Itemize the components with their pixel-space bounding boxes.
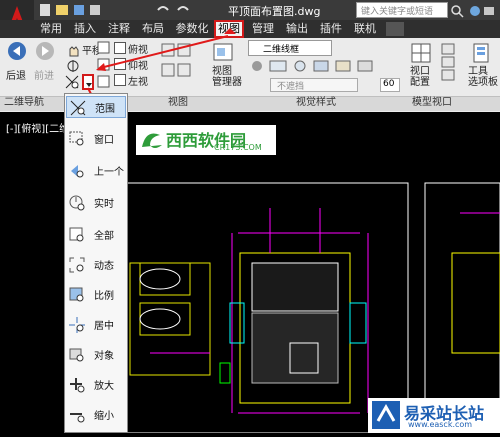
zoom-scale-icon (69, 287, 84, 302)
zoom-out-icon (70, 413, 85, 423)
menu-item-label: 实时 (94, 199, 114, 210)
zoom-window-icon (69, 131, 84, 146)
menu-item-label: 全部 (94, 231, 114, 242)
menu-item-label: 窗口 (94, 135, 114, 146)
menu-item-zoom-in[interactable]: 放大 (66, 374, 126, 396)
menu-item-label: 放大 (94, 381, 114, 392)
site-logo: 西西软件园 CR173.COM (136, 125, 276, 155)
zoom-previous-icon (71, 165, 84, 178)
zoom-object-icon (69, 348, 84, 362)
menu-item-all[interactable]: 全部 (66, 224, 126, 246)
zoom-dynamic-icon (69, 257, 85, 273)
menu-item-object[interactable]: 对象 (66, 344, 126, 366)
zoom-in-icon (70, 378, 85, 393)
menu-item-extents[interactable]: 范围 (66, 96, 126, 118)
menu-item-previous[interactable]: 上一个 (66, 160, 126, 182)
menu-item-label: 缩小 (94, 411, 114, 422)
menu-item-dynamic[interactable]: 动态 (66, 254, 126, 276)
watermark-logo-icon (372, 401, 400, 429)
zoom-all-icon (69, 227, 84, 242)
menu-item-window[interactable]: 窗口 (66, 128, 126, 150)
watermark-subtext: www.easck.com (408, 420, 473, 429)
zoom-center-icon (69, 317, 85, 333)
menu-item-label: 居中 (94, 321, 114, 332)
menu-item-label: 动态 (94, 261, 114, 272)
menu-item-center[interactable]: 居中 (66, 314, 126, 336)
zoom-realtime-icon (69, 195, 85, 211)
site-logo-subtext: CR173.COM (214, 143, 262, 152)
menu-item-label: 对象 (94, 351, 114, 362)
watermark: 易采站长站 www.easck.com (368, 398, 500, 433)
menu-item-scale[interactable]: 比例 (66, 284, 126, 306)
menu-item-label: 上一个 (94, 167, 124, 178)
menu-item-label: 范围 (95, 104, 115, 115)
menu-item-realtime[interactable]: 实时 (66, 192, 126, 214)
menu-item-label: 比例 (94, 291, 114, 302)
zoom-extents-menu-icon (70, 100, 86, 116)
menu-item-zoom-out[interactable]: 缩小 (66, 404, 126, 426)
